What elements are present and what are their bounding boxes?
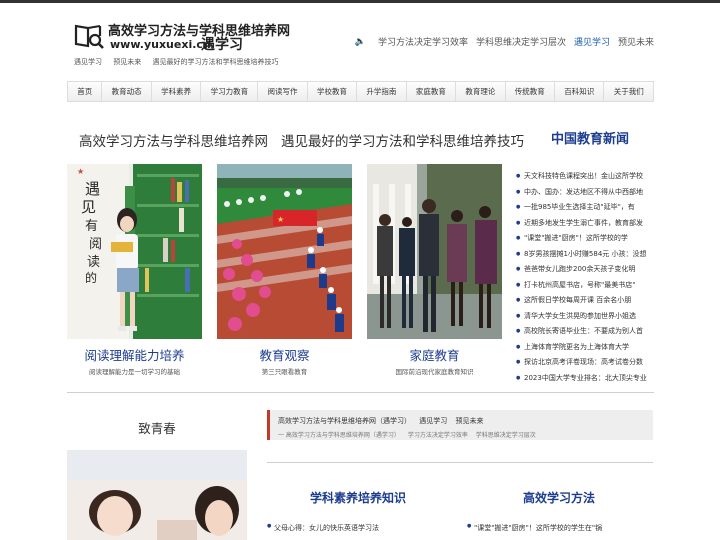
info-line1-item: 遇见学习 — [419, 417, 448, 425]
news-item[interactable]: 天文科技特色课程突出！金山这所学校 — [516, 169, 656, 185]
section-title-methods[interactable]: 高效学习方法 — [523, 489, 595, 506]
youth-photo-image[interactable] — [67, 450, 247, 540]
news-item[interactable]: 8岁男孩摆摊1小时赚584元 小孩：没想 — [516, 247, 656, 263]
zhiqing-heading: 致青春 — [138, 421, 176, 436]
svg-text:★: ★ — [277, 215, 284, 224]
news-item[interactable]: 上海体育学院更名为上海体育大学 — [516, 340, 656, 356]
school-parade-image[interactable]: ★ — [217, 164, 352, 339]
news-list: 天文科技特色课程突出！金山这所学校中办、国办：发达地区不得从中西部地一批985毕… — [516, 169, 656, 386]
section-divider — [67, 392, 654, 393]
nav-item-learning-power[interactable]: 学习力教育 — [201, 82, 259, 101]
svg-text:有: 有 — [85, 219, 98, 234]
toplink-item-active[interactable]: 遇见学习 — [574, 35, 610, 48]
svg-text:★: ★ — [77, 167, 84, 176]
info-line2-item: 一 高效学习方法与学科思维培养网（遇学习） — [278, 432, 400, 439]
nav-item-theory[interactable]: 教育理论 — [456, 82, 506, 101]
site-domain: www.yuxuexi.cn — [110, 38, 211, 51]
nav-item-admission[interactable]: 升学指南 — [357, 82, 407, 101]
toplink-item[interactable]: 学习方法决定学习效率 — [378, 35, 468, 48]
card-family[interactable]: 家庭教育 国际前沿现代家庭教育知识 — [367, 164, 502, 376]
family-photo-image[interactable] — [367, 164, 502, 339]
card-subtitle: 阅读理解能力是一切学习的基础 — [89, 368, 180, 376]
svg-text:的: 的 — [85, 270, 97, 285]
page-headline: 高效学习方法与学科思维培养网 遇见最好的学习方法和学科思维培养技巧 — [79, 130, 524, 150]
card-subtitle: 第三只眼看教育 — [261, 368, 308, 376]
nav-item-traditional[interactable]: 传统教育 — [506, 82, 556, 101]
svg-text:阅: 阅 — [89, 237, 102, 252]
card-observation[interactable]: ★ 教育观察 第三只眼看教育 — [217, 164, 352, 376]
news-item[interactable]: 这所假日学校每周开课 百余名小朋 — [516, 293, 656, 309]
info-line2-item: 学习方法决定学习效率 — [407, 432, 468, 439]
news-item[interactable]: 2023中国大学专业排名：北大顶尖专业 — [516, 371, 656, 387]
news-item[interactable]: 一批985毕业生选择主动"延毕"，有 — [516, 200, 656, 216]
news-item[interactable]: 中办、国办：发达地区不得从中西部地 — [516, 185, 656, 201]
svg-text:读: 读 — [87, 255, 100, 270]
news-item[interactable]: 探访北京高考评卷现场：高考试卷分数 — [516, 355, 656, 371]
nav-item-about[interactable]: 关于我们 — [604, 82, 652, 101]
section-list-item[interactable]: "课堂"搬进"厨房"！这所学校的学生在"锅 — [467, 523, 602, 533]
main-nav: 首页 教育动态 学科素养 学习力教育 阅读写作 学校教育 升学指南 家庭教育 教… — [67, 81, 654, 102]
section-divider — [267, 462, 653, 463]
news-item[interactable]: "课堂"搬进"厨房"！这所学校的学 — [516, 231, 656, 247]
tagline: 遇见学习 预见未来 遇见最好的学习方法和学科思维培养技巧 — [74, 57, 287, 67]
nav-item-reading-writing[interactable]: 阅读写作 — [258, 82, 308, 101]
info-line2-item: 学科思维决定学习层次 — [475, 432, 536, 439]
news-item[interactable]: 爸爸带女儿跑步200余天孩子变化明 — [516, 262, 656, 278]
site-brand: 遇学习 — [201, 37, 243, 53]
headline-part: 遇见最好的学习方法和学科思维培养技巧 — [281, 134, 524, 150]
nav-item-encyclopedia[interactable]: 百科知识 — [555, 82, 605, 101]
card-title[interactable]: 阅读理解能力培养 — [67, 345, 202, 364]
news-item[interactable]: 高校院长寄语毕业生：不要成为别人首 — [516, 324, 656, 340]
book-magnifier-icon — [74, 24, 104, 49]
card-title[interactable]: 教育观察 — [217, 345, 352, 364]
card-subtitle: 国际前沿现代家庭教育知识 — [395, 368, 474, 376]
nav-item-home[interactable]: 首页 — [68, 82, 103, 101]
nav-item-literacy[interactable]: 学科素养 — [152, 82, 202, 101]
card-title[interactable]: 家庭教育 — [367, 345, 502, 364]
toplink-item[interactable]: 预见未来 — [618, 35, 654, 48]
news-item[interactable]: 打卡杭州高屋书店，号称"最美书店" — [516, 278, 656, 294]
news-item[interactable]: 近期多地发生学生溺亡事件，教育部发 — [516, 216, 656, 232]
section-title-literacy[interactable]: 学科素养培养知识 — [310, 489, 406, 506]
tagline-item: 遇见学习 — [74, 58, 102, 66]
news-item[interactable]: 清华大学女生洪晃昀参加世界小姐选 — [516, 309, 656, 325]
reading-girl-image[interactable]: 遇 见 有 阅 读 的 ★ — [67, 164, 202, 339]
news-sidebar: 中国教育新闻 天文科技特色课程突出！金山这所学校中办、国办：发达地区不得从中西部… — [516, 128, 656, 386]
top-bar — [0, 0, 720, 3]
toplink-item[interactable]: 学科思维决定学习层次 — [476, 35, 566, 48]
card-reading[interactable]: 遇 见 有 阅 读 的 ★ 阅读理解能力培养 阅读理解能力是一切学习的基础 — [67, 164, 202, 376]
nav-item-school[interactable]: 学校教育 — [308, 82, 358, 101]
nav-item-family[interactable]: 家庭教育 — [407, 82, 457, 101]
info-line1-item: 预见未来 — [455, 417, 484, 425]
site-title: 高效学习方法与学科思维培养网 — [108, 24, 291, 39]
poster-text: 遇 — [85, 180, 100, 198]
tagline-item: 遇见最好的学习方法和学科思维培养技巧 — [152, 58, 279, 66]
tagline-item: 预见未来 — [113, 58, 142, 66]
nav-item-news[interactable]: 教育动态 — [102, 82, 152, 101]
speaker-icon: 🔈 — [354, 36, 366, 47]
top-links: 🔈 学习方法决定学习效率 学科思维决定学习层次 遇见学习 预见未来 — [354, 35, 654, 49]
site-logo[interactable]: 高效学习方法与学科思维培养网 www.yuxuexi.cn 遇学习 — [74, 20, 290, 54]
site-info-box: 高效学习方法与学科思维培养网（遇学习） 遇见学习 预见未来 一 高效学习方法与学… — [267, 410, 653, 440]
headline-part: 高效学习方法与学科思维培养网 — [79, 134, 268, 150]
svg-text:见: 见 — [81, 198, 96, 216]
info-line1-item: 高效学习方法与学科思维培养网（遇学习） — [278, 417, 411, 425]
news-title[interactable]: 中国教育新闻 — [524, 128, 656, 147]
section-list-item[interactable]: 父母心得：女儿的快乐英语学习法 — [267, 523, 379, 533]
